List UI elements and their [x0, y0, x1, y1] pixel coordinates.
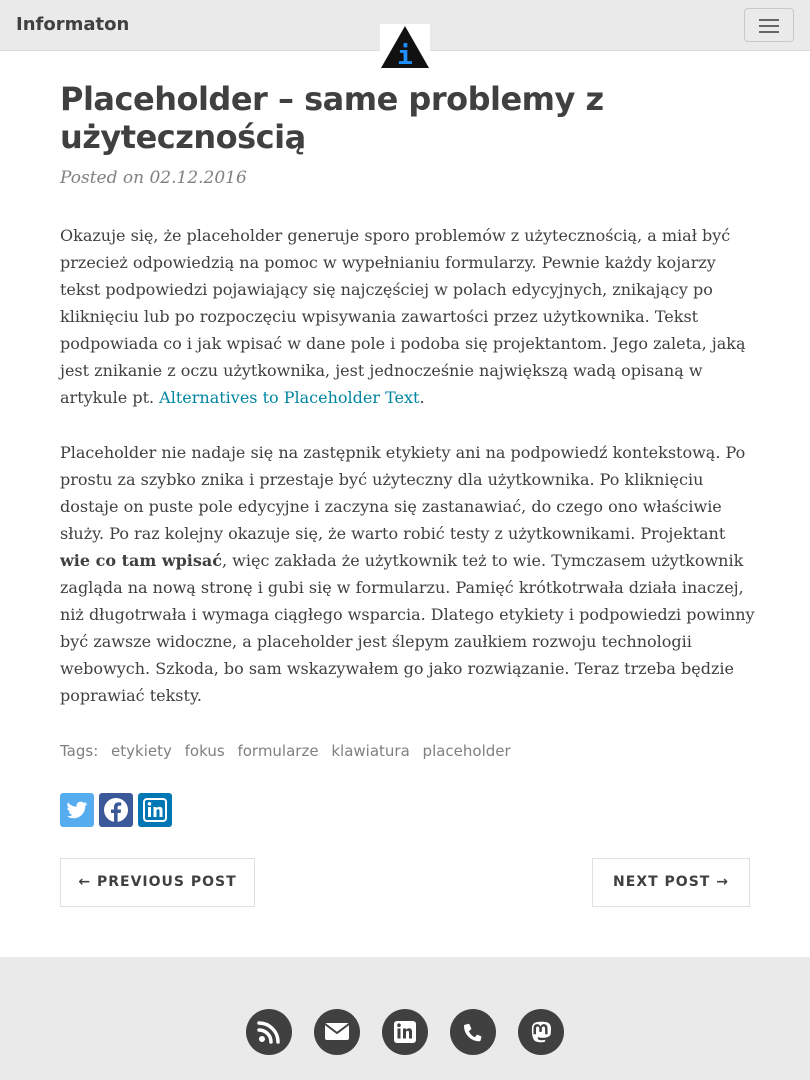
linkedin-icon	[394, 1021, 416, 1043]
hamburger-menu-icon	[759, 19, 779, 21]
twitter-icon	[67, 801, 88, 819]
footer	[0, 957, 810, 1080]
svg-text:i: i	[397, 41, 413, 70]
linkedin-share-button[interactable]	[138, 793, 172, 827]
facebook-icon	[104, 798, 128, 822]
post-meta: Posted on 02.12.2016	[60, 168, 247, 188]
email-link[interactable]	[314, 1009, 360, 1055]
tag-link[interactable]: placeholder	[423, 742, 511, 760]
tag-link[interactable]: formularze	[237, 742, 318, 760]
phone-link[interactable]	[450, 1009, 496, 1055]
linkedin-icon	[143, 798, 167, 822]
next-post-button[interactable]: NEXT POST →	[592, 858, 750, 907]
article-link[interactable]: Alternatives to Placeholder Text	[159, 388, 419, 407]
bold-phrase: wie co tam wpisać	[60, 551, 222, 570]
tags-label: Tags:	[60, 742, 99, 760]
mastodon-icon	[531, 1021, 551, 1043]
envelope-icon	[324, 1023, 350, 1040]
article-paragraph: Placeholder nie nadaje się na zastępnik …	[60, 443, 755, 705]
post-title: Placeholder – same problemy z użytecznoś…	[60, 80, 604, 156]
facebook-share-button[interactable]	[99, 793, 133, 827]
article-body: Okazuje się, że placeholder generuje spo…	[60, 222, 760, 737]
previous-post-button[interactable]: ← PREVIOUS POST	[60, 858, 255, 907]
menu-toggle-button[interactable]	[744, 8, 794, 42]
tags-list: Tags: etykiety fokus formularze klawiatu…	[60, 742, 511, 760]
tag-link[interactable]: klawiatura	[331, 742, 409, 760]
rss-link[interactable]	[246, 1009, 292, 1055]
rss-icon	[257, 1021, 280, 1044]
twitter-share-button[interactable]	[60, 793, 94, 827]
phone-icon	[464, 1023, 482, 1042]
article-paragraph: Okazuje się, że placeholder generuje spo…	[60, 226, 746, 407]
tag-link[interactable]: fokus	[185, 742, 225, 760]
tag-link[interactable]: etykiety	[111, 742, 172, 760]
mastodon-link[interactable]	[518, 1009, 564, 1055]
navbar: Informaton i	[0, 0, 810, 71]
info-triangle-logo[interactable]: i	[380, 24, 430, 71]
linkedin-link[interactable]	[382, 1009, 428, 1055]
brand-link[interactable]: Informaton	[16, 14, 129, 35]
